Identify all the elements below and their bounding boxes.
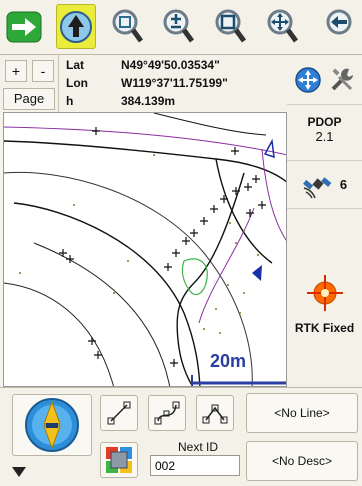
pan-icon <box>267 9 299 42</box>
back-button[interactable] <box>316 4 362 49</box>
line-arc-button[interactable] <box>196 395 234 431</box>
description-select-button[interactable]: <No Desc> <box>246 441 358 481</box>
compass-icon <box>25 398 79 452</box>
code-list-icon <box>106 447 132 473</box>
tools-row <box>287 55 362 105</box>
lat-value: N49°49'50.03534" <box>121 58 220 72</box>
lon-value: W119°37'11.75199" <box>121 76 228 90</box>
zoom-plus-button[interactable]: + <box>5 60 27 82</box>
pan-button[interactable] <box>262 4 302 49</box>
pdop-display: PDOP 2.1 <box>287 105 362 161</box>
arc-line-icon <box>202 404 228 424</box>
map-view[interactable]: 20m <box>3 112 287 387</box>
rtk-fix-icon <box>307 275 343 311</box>
rtk-display: RTK Fixed <box>287 209 362 387</box>
zoom-in-out-button[interactable] <box>158 4 198 49</box>
page-button[interactable]: Page <box>3 88 55 110</box>
map-canvas <box>4 113 286 386</box>
forward-button[interactable] <box>4 4 44 49</box>
expand-down-button[interactable] <box>6 462 32 482</box>
pdop-value: 2.1 <box>315 129 334 144</box>
north-up-button[interactable] <box>56 4 96 49</box>
status-panel: PDOP 2.1 6 RTK Fixed <box>287 55 362 387</box>
zoom-extents-icon <box>112 9 144 42</box>
triangle-down-icon <box>12 467 26 477</box>
rtk-status: RTK Fixed <box>294 321 355 335</box>
line-straight-button[interactable] <box>100 395 138 431</box>
north-up-icon <box>60 10 92 43</box>
zoom-window-button[interactable] <box>210 4 250 49</box>
code-list-button[interactable] <box>100 442 138 478</box>
pdop-label: PDOP <box>307 115 342 129</box>
height-value: 384.139m <box>121 94 176 108</box>
lon-label: Lon <box>66 76 88 90</box>
divider <box>58 55 59 112</box>
tools-icon[interactable] <box>328 66 356 94</box>
lat-label: Lat <box>66 58 84 72</box>
zoom-extents-button[interactable] <box>107 4 147 49</box>
straight-line-icon <box>107 401 131 425</box>
pan-mode-icon[interactable] <box>294 66 322 94</box>
scale-label: 20m <box>210 351 247 371</box>
curve-line-icon <box>154 401 180 425</box>
satellite-count: 6 <box>339 177 348 192</box>
zoom-in-out-icon <box>163 9 195 42</box>
next-id-label: Next ID <box>177 440 218 454</box>
top-toolbar <box>0 0 362 55</box>
line-curve-button[interactable] <box>148 395 186 431</box>
zoom-minus-button[interactable]: - <box>32 60 54 82</box>
next-id-input[interactable] <box>150 455 240 476</box>
back-arrow-icon <box>326 9 352 34</box>
forward-arrow-icon <box>6 11 42 42</box>
compass-button[interactable] <box>12 394 92 456</box>
zoom-window-icon <box>215 9 247 42</box>
satellite-display: 6 <box>287 161 362 209</box>
line-select-button[interactable]: <No Line> <box>246 393 358 433</box>
h-label: h <box>66 94 74 108</box>
satellite-icon <box>302 176 332 198</box>
